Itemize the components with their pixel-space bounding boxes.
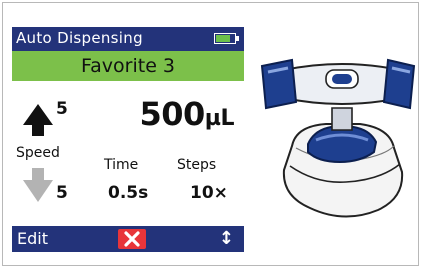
speed-label: Speed [16, 145, 60, 161]
dispense-speed-value: 5 [56, 183, 68, 203]
battery-level-fill [216, 35, 231, 42]
time-label: Time [104, 157, 139, 173]
title-bar: Auto Dispensing [12, 27, 244, 51]
up-down-arrow-icon[interactable]: ↕ [219, 228, 234, 249]
battery-icon [214, 33, 239, 44]
favorite-label: Favorite 3 [80, 55, 176, 77]
steps-label: Steps [177, 157, 217, 173]
edit-softkey[interactable]: Edit [17, 229, 48, 248]
mode-title: Auto Dispensing [16, 29, 143, 47]
cancel-button[interactable] [118, 229, 146, 249]
down-arrow-icon [23, 168, 53, 202]
volume-unit: µL [204, 106, 235, 131]
battery-nub [236, 36, 239, 41]
aspirate-speed-value: 5 [56, 99, 68, 119]
pipette-button-illustration [260, 58, 416, 218]
pipette-display: Auto Dispensing Favorite 3 5 500µL Speed… [12, 27, 244, 252]
time-value: 0.5s [108, 183, 149, 203]
softkey-bar: Edit ↕ [12, 226, 244, 252]
settings-panel: 5 500µL Speed Time Steps 5 0.5s 10× [12, 83, 244, 225]
volume-display: 500µL [139, 95, 234, 133]
close-icon [124, 231, 140, 247]
volume-value: 500 [139, 95, 205, 133]
steps-value: 10× [190, 183, 228, 203]
up-arrow-icon [23, 104, 53, 136]
favorite-bar[interactable]: Favorite 3 [12, 51, 244, 81]
